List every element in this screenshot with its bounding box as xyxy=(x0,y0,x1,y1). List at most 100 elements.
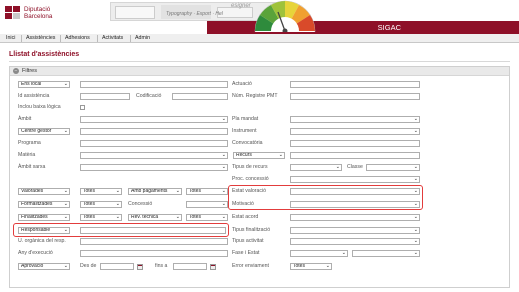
recurs-input[interactable] xyxy=(290,152,420,159)
chevron-down-icon: ⌄ xyxy=(335,164,340,170)
chevron-down-icon: ⌄ xyxy=(413,250,418,256)
label-ambit: Àmbit xyxy=(18,116,32,122)
chevron-down-icon: ⌄ xyxy=(63,214,68,220)
responsable-input[interactable] xyxy=(80,227,226,234)
menu-admin[interactable]: Admin xyxy=(135,34,150,43)
rev-tecnica-value: Rev. tècnica xyxy=(131,214,159,220)
chevron-down-icon: ⌄ xyxy=(413,201,418,207)
chevron-down-icon: ⌄ xyxy=(63,263,68,269)
chevron-down-icon: ⌄ xyxy=(221,201,226,207)
num-pmt-input[interactable] xyxy=(290,93,420,100)
recurs-select[interactable]: Recurs ⌄ xyxy=(233,152,285,159)
estat-acord-select[interactable]: ⌄ xyxy=(290,214,420,221)
menu-assistencies[interactable]: Assistències xyxy=(26,34,55,43)
formalitzades-value: Formalitzades xyxy=(21,201,53,207)
any-execucio-input[interactable] xyxy=(80,250,228,257)
centre-gestor-input[interactable] xyxy=(80,128,228,135)
chevron-down-icon: ⌄ xyxy=(63,201,68,207)
totes-value: Totes xyxy=(83,188,95,194)
label-tipus-recurs: Tipus de recurs xyxy=(232,164,268,170)
menu-inici[interactable]: Inici xyxy=(6,34,15,43)
fins-a-date-input[interactable] xyxy=(173,263,207,270)
label-ambit-xarxa: Àmbit xarxa xyxy=(18,164,46,170)
title-divider xyxy=(9,61,510,62)
actuacio-input[interactable] xyxy=(290,81,420,88)
totes-value: Totes xyxy=(189,214,201,220)
label-inclou-baixa: Inclou baixa lògica xyxy=(18,104,61,110)
label-uorganica: U. orgànica del resp. xyxy=(18,238,66,244)
label-concessio: Concessió xyxy=(128,201,153,207)
label-estat-valoracio: Estat valoració xyxy=(232,188,267,194)
tipus-activitat-select[interactable]: ⌄ xyxy=(290,238,420,245)
centre-gestor-select[interactable]: Centre gestor ⌄ xyxy=(18,128,70,135)
chevron-down-icon: ⌄ xyxy=(221,164,226,170)
chevron-down-icon: ⌄ xyxy=(413,176,418,182)
gauge-graphic-icon xyxy=(254,0,316,32)
label-any-execucio: Any d'execució xyxy=(18,250,53,256)
estat-valoracio-select[interactable]: ⌄ xyxy=(290,188,420,195)
instrument-select[interactable]: ⌄ xyxy=(290,128,420,135)
menu-adhesions[interactable]: Adhesions xyxy=(65,34,90,43)
proc-concessio-select[interactable]: ⌄ xyxy=(290,176,420,183)
tipus-recurs-select[interactable]: ⌄ xyxy=(290,164,342,171)
banner-text-2: esigner xyxy=(231,3,251,9)
des-de-date-input[interactable] xyxy=(100,263,134,270)
collapse-icon[interactable]: − xyxy=(13,68,19,74)
inclou-baixa-checkbox[interactable] xyxy=(80,105,85,110)
concessio-select[interactable]: ⌄ xyxy=(186,201,228,208)
chevron-down-icon: ⌄ xyxy=(413,128,418,134)
recurs-value: Recurs xyxy=(236,152,252,158)
ens-local-input[interactable] xyxy=(80,81,228,88)
chevron-down-icon: ⌄ xyxy=(413,227,418,233)
filters-title: Filtres xyxy=(22,68,37,74)
chevron-down-icon: ⌄ xyxy=(413,188,418,194)
pagaments-totes-select[interactable]: Totes ⌄ xyxy=(186,188,228,195)
ambit-select[interactable]: ⌄ xyxy=(80,116,228,123)
rev-tecnica-totes-select[interactable]: Totes ⌄ xyxy=(186,214,228,221)
tipus-finalitzacio-select[interactable]: ⌄ xyxy=(290,227,420,234)
aprovacio-select[interactable]: Aprovació ⌄ xyxy=(18,263,70,270)
programa-input[interactable] xyxy=(80,140,228,147)
codificacio-input[interactable] xyxy=(172,93,228,100)
responsable-select[interactable]: Responsable ⌄ xyxy=(18,227,70,234)
valorades-totes-select[interactable]: Totes ⌄ xyxy=(80,188,122,195)
ens-local-select[interactable]: Ens local ⌄ xyxy=(18,81,70,88)
chevron-down-icon: ⌄ xyxy=(63,188,68,194)
calendar-icon[interactable] xyxy=(137,264,143,270)
chevron-down-icon: ⌄ xyxy=(115,188,120,194)
estat-select[interactable]: ⌄ xyxy=(352,250,420,257)
convocatoria-input[interactable] xyxy=(290,140,420,147)
materia-select[interactable]: ⌄ xyxy=(80,152,228,159)
responsable-value: Responsable xyxy=(21,227,51,233)
id-assistencia-input[interactable] xyxy=(80,93,130,100)
label-error-enviament: Error enviament xyxy=(232,263,269,269)
menu-activitats[interactable]: Activitats xyxy=(102,34,123,43)
calendar-icon[interactable] xyxy=(210,264,216,270)
chevron-down-icon: ⌄ xyxy=(175,188,180,194)
ambit-xarxa-select[interactable]: ⌄ xyxy=(80,164,228,171)
finalitzades-select[interactable]: Finalitzades ⌄ xyxy=(18,214,70,221)
classe-select[interactable]: ⌄ xyxy=(366,164,420,171)
finalitzades-value: Finalitzades xyxy=(21,214,48,220)
ens-local-value: Ens local xyxy=(21,81,42,87)
error-enviament-select[interactable]: Totes ⌄ xyxy=(290,263,332,270)
diputacio-logo-icon[interactable] xyxy=(4,5,21,20)
chevron-down-icon: ⌄ xyxy=(115,201,120,207)
filters-header[interactable] xyxy=(10,67,509,76)
label-motivacio: Motivació xyxy=(232,201,254,207)
uorganica-input[interactable] xyxy=(80,238,228,245)
banner-text: Typography · Export · Hel xyxy=(166,11,223,17)
app-name: SIGAC xyxy=(377,23,401,32)
finalitzades-totes-select[interactable]: Totes ⌄ xyxy=(80,214,122,221)
chevron-down-icon: ⌄ xyxy=(221,214,226,220)
fase-select[interactable]: ⌄ xyxy=(290,250,348,257)
logo-line-2: Barcelona xyxy=(24,12,53,20)
aprovacio-value: Aprovació xyxy=(21,263,44,269)
rev-tecnica-select[interactable]: Rev. tècnica ⌄ xyxy=(128,214,182,221)
formalitzades-select[interactable]: Formalitzades ⌄ xyxy=(18,201,70,208)
formalitzades-totes-select[interactable]: Totes ⌄ xyxy=(80,201,122,208)
amb-pagaments-select[interactable]: Amb pagaments ⌄ xyxy=(128,188,182,195)
motivacio-select[interactable]: ⌄ xyxy=(290,201,420,208)
valorades-select[interactable]: Valorades ⌄ xyxy=(18,188,70,195)
pla-mandat-select[interactable]: ⌄ xyxy=(290,116,420,123)
